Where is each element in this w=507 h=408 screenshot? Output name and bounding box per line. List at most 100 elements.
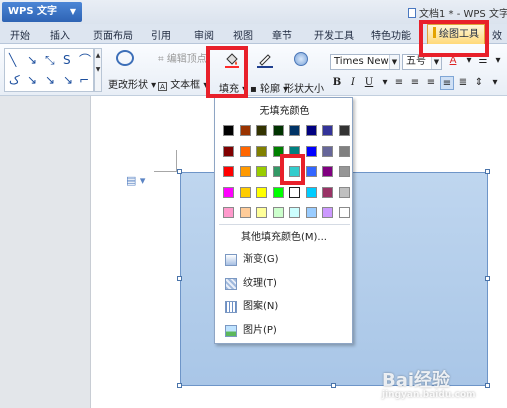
distributed-align-button[interactable]: ≣: [456, 76, 470, 90]
color-swatch[interactable]: [239, 145, 251, 157]
color-swatch[interactable]: [322, 145, 333, 157]
pattern-option[interactable]: 图案(N): [219, 297, 350, 317]
resize-handle[interactable]: [177, 383, 182, 388]
color-swatch[interactable]: [239, 166, 251, 177]
change-shape-button[interactable]: 更改形状 ▾: [108, 76, 156, 91]
color-swatch[interactable]: [223, 186, 234, 198]
color-swatch[interactable]: [289, 145, 300, 157]
shape-gallery[interactable]: ╲ ↘ ⤡ S ⌒ ک ↘ ↘ ↘ ⌐: [4, 48, 94, 92]
color-swatch[interactable]: [272, 186, 284, 198]
color-swatch[interactable]: [272, 125, 284, 136]
resize-handle[interactable]: [177, 169, 182, 174]
color-swatch[interactable]: [305, 186, 317, 198]
double-arrow-shape-icon[interactable]: ⤡: [45, 53, 55, 67]
picture-option[interactable]: 图片(P): [219, 321, 350, 341]
color-swatch[interactable]: [223, 125, 234, 136]
tab-effects[interactable]: 效: [492, 27, 502, 42]
tab-developer[interactable]: 开发工具: [314, 27, 354, 42]
texture-option[interactable]: 纹理(T): [219, 274, 350, 294]
color-swatch[interactable]: [305, 207, 317, 218]
color-swatch[interactable]: [289, 125, 300, 136]
tab-chapter[interactable]: 章节: [272, 27, 292, 42]
color-swatch[interactable]: [338, 166, 350, 177]
curve-shape-icon[interactable]: ⌒: [79, 53, 91, 67]
paragraph-spacing-button[interactable]: ⇕: [472, 76, 486, 90]
color-swatch[interactable]: [256, 145, 267, 157]
color-swatch[interactable]: [322, 186, 333, 198]
color-swatch[interactable]: [322, 166, 333, 177]
color-swatch[interactable]: [322, 207, 333, 218]
resize-handle[interactable]: [331, 383, 336, 388]
tab-drawing-tools[interactable]: 绘图工具: [427, 24, 485, 44]
color-swatch[interactable]: [272, 166, 284, 177]
color-swatch[interactable]: [223, 166, 234, 177]
line-spacing-button[interactable]: ☰: [476, 54, 490, 68]
color-swatch[interactable]: [223, 145, 234, 157]
color-swatch[interactable]: [289, 207, 300, 218]
resize-handle[interactable]: [485, 383, 490, 388]
italic-button[interactable]: I: [346, 76, 360, 90]
bold-button[interactable]: B: [330, 76, 344, 90]
color-swatch[interactable]: [256, 125, 267, 136]
elbow-arrow-icon[interactable]: ⌐: [79, 73, 89, 87]
app-menu-button[interactable]: WPS 文字 ▼: [2, 2, 82, 22]
tab-view[interactable]: 视图: [233, 27, 253, 42]
arrow-shape-icon[interactable]: ↘: [27, 53, 37, 67]
selected-color-swatch[interactable]: [288, 185, 301, 199]
tab-insert[interactable]: 插入: [50, 27, 70, 42]
more-options-button[interactable]: ▾: [491, 54, 505, 68]
color-swatch[interactable]: [338, 125, 350, 136]
tab-page-layout[interactable]: 页面布局: [93, 27, 133, 42]
resize-handle[interactable]: [485, 276, 490, 281]
font-size-select[interactable]: 五号 ▼: [402, 54, 442, 70]
color-swatch[interactable]: [239, 125, 251, 136]
no-fill-option[interactable]: 无填充颜色: [215, 102, 354, 117]
font-color-dropdown[interactable]: ▾: [462, 54, 476, 68]
justify-button[interactable]: ≡: [440, 76, 454, 90]
outline-button[interactable]: ▪ 轮廓 ▾: [250, 80, 288, 95]
layout-options-icon[interactable]: ▤ ▾: [126, 174, 145, 187]
shape-size-button[interactable]: 形状大小: [284, 80, 324, 95]
arrow-connector-icon[interactable]: ↘: [45, 73, 55, 87]
connector-shape-icon[interactable]: ↘: [27, 73, 37, 87]
tab-home[interactable]: 开始: [10, 27, 30, 42]
text-box-button[interactable]: A 文本框 ▾: [158, 76, 208, 91]
underline-button[interactable]: U: [362, 76, 376, 90]
color-swatch[interactable]: [305, 125, 317, 136]
tab-review[interactable]: 审阅: [194, 27, 214, 42]
color-swatch[interactable]: [239, 186, 251, 198]
color-swatch[interactable]: [338, 145, 350, 157]
color-swatch[interactable]: [223, 207, 234, 218]
align-center-button[interactable]: ≡: [408, 76, 422, 90]
line-shape-icon[interactable]: ╲: [9, 53, 16, 67]
color-swatch[interactable]: [256, 166, 267, 177]
color-swatch[interactable]: [289, 166, 300, 177]
resize-handle[interactable]: [485, 169, 490, 174]
color-swatch[interactable]: [338, 207, 350, 218]
color-swatch[interactable]: [305, 166, 317, 177]
fill-button[interactable]: 填充 ▾: [219, 80, 247, 95]
align-right-button[interactable]: ≡: [424, 76, 438, 90]
font-name-select[interactable]: Times New R ▼: [330, 54, 400, 70]
freeform-shape-icon[interactable]: S: [63, 53, 71, 67]
color-swatch[interactable]: [239, 207, 251, 218]
color-swatch[interactable]: [256, 186, 267, 198]
elbow-connector-icon[interactable]: ↘: [63, 73, 73, 87]
color-swatch[interactable]: [272, 207, 284, 218]
tab-special-features[interactable]: 特色功能: [371, 27, 411, 42]
color-swatch[interactable]: [256, 207, 267, 218]
resize-handle[interactable]: [177, 276, 182, 281]
color-swatch[interactable]: [322, 125, 333, 136]
more-fill-colors-option[interactable]: 其他填充颜色(M)...: [219, 228, 350, 248]
ribbon-overflow-button[interactable]: ▾: [488, 76, 502, 90]
font-color-button[interactable]: A: [446, 54, 460, 68]
align-left-button[interactable]: ≡: [392, 76, 406, 90]
tab-references[interactable]: 引用: [151, 27, 171, 42]
color-swatch[interactable]: [272, 145, 284, 157]
underline-dropdown[interactable]: ▾: [378, 76, 392, 90]
gradient-option[interactable]: 渐变(G): [219, 250, 350, 270]
color-swatch[interactable]: [338, 186, 350, 198]
curve-connector-icon[interactable]: ک: [9, 73, 20, 87]
color-swatch[interactable]: [305, 145, 317, 157]
shape-gallery-scroll[interactable]: ▲ ▼: [94, 48, 102, 92]
